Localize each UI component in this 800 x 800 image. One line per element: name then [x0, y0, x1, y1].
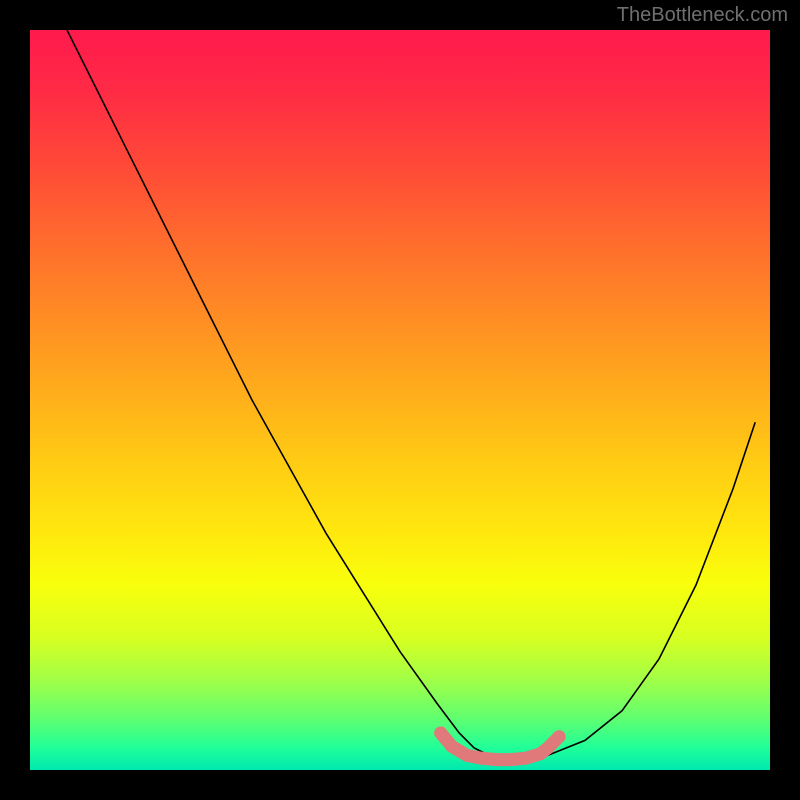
marker-dot — [519, 752, 532, 765]
marker-dot — [434, 727, 447, 740]
watermark-text: TheBottleneck.com — [617, 4, 788, 27]
main-curve-line — [67, 30, 755, 759]
marker-dot — [542, 741, 555, 754]
marker-dot — [505, 753, 518, 766]
chart-svg — [30, 30, 770, 770]
marker-dot — [445, 740, 458, 753]
marker-dot — [460, 749, 473, 762]
marker-dot — [475, 752, 488, 765]
marker-dot — [553, 730, 566, 743]
chart-plot-area — [30, 30, 770, 770]
marker-dot — [490, 753, 503, 766]
bottom-marker-points — [434, 727, 565, 767]
